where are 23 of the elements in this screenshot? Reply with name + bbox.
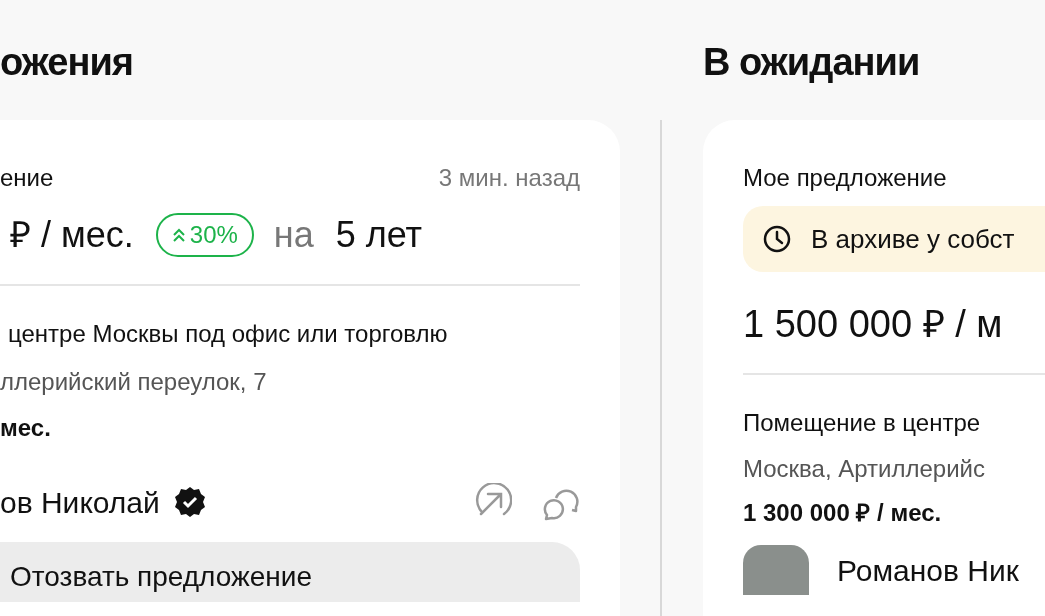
time-ago: 3 мин. назад xyxy=(438,163,580,193)
listing-price: мес. xyxy=(0,413,51,443)
listing-title: центре Москвы под офис или торговлю xyxy=(7,319,448,349)
column-title: В ожидании xyxy=(703,40,920,85)
owner-name: Романов Ник xyxy=(837,552,1019,589)
term: 5 лет xyxy=(335,213,423,257)
listing-address: ллерийский переулок, 7 xyxy=(0,367,267,397)
status-banner: В архиве у собст xyxy=(743,206,1045,272)
term-prefix: на xyxy=(273,213,314,257)
listing-price: 1 300 000 ₽ / мес. xyxy=(743,498,942,528)
avatar-placeholder xyxy=(743,545,809,595)
listing-title: Помещение в центре xyxy=(743,408,981,438)
clock-icon xyxy=(763,225,791,253)
column-title: ожения xyxy=(0,40,134,85)
listing-address: Москва, Артиллерийс xyxy=(743,454,985,484)
offer-label: ение xyxy=(0,163,54,193)
change-badge: 30% xyxy=(155,213,254,257)
double-chevron-up-icon xyxy=(171,227,186,243)
offer-price: 1 500 000 ₽ / м xyxy=(743,302,1003,347)
offer-price: ₽ / мес. xyxy=(9,213,134,257)
withdraw-button[interactable]: Отозвать предложение xyxy=(0,542,580,602)
offer-label: Мое предложение xyxy=(743,163,947,193)
owner-name: ов Николай xyxy=(0,484,160,521)
